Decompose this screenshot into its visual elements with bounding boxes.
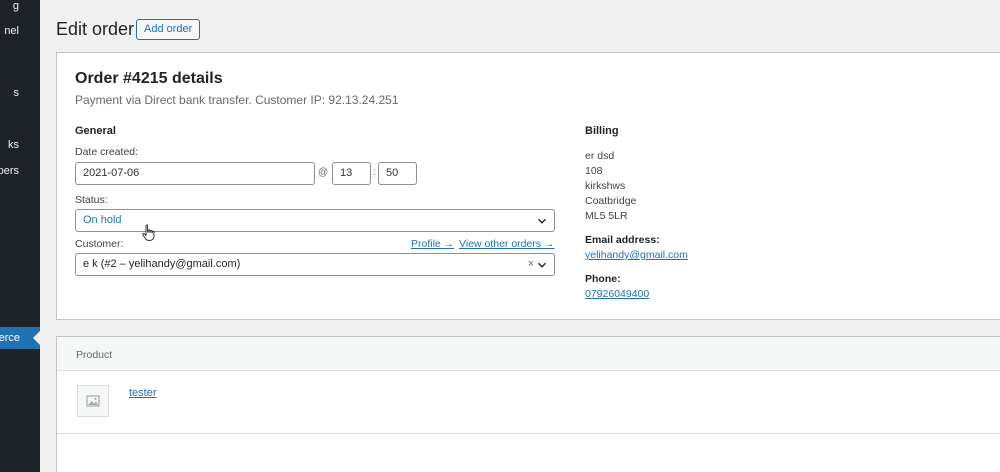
chevron-down-icon [538, 218, 546, 224]
items-divider [57, 433, 1000, 434]
sidebar-item-2[interactable]: nel [0, 21, 40, 41]
phone-label: Phone: [585, 273, 621, 285]
general-heading: General [75, 125, 116, 137]
status-selected-value: On hold [83, 214, 122, 226]
billing-phone-link[interactable]: 07926049400 [585, 288, 649, 300]
minute-input[interactable]: 50 [378, 162, 417, 185]
order-details-panel: Order #4215 details Payment via Direct b… [56, 52, 1000, 320]
active-menu-arrow [33, 330, 41, 346]
sidebar-item-1[interactable]: g [0, 0, 40, 16]
sidebar-item-label: nel [4, 25, 19, 37]
image-placeholder-icon [86, 395, 100, 407]
view-other-orders-link[interactable]: View other orders → [459, 238, 555, 250]
billing-address-line: kirkshws [585, 180, 626, 192]
sidebar-item-label: erce [0, 332, 20, 344]
billing-address-line: er dsd [585, 150, 615, 162]
status-label: Status: [75, 194, 108, 206]
product-name-link[interactable]: tester [129, 387, 157, 399]
customer-selected-value: e k (#2 – yelihandy@gmail.com) [83, 258, 241, 270]
date-created-input[interactable]: 2021-07-06 [75, 162, 315, 185]
date-created-label: Date created: [75, 146, 139, 158]
sidebar-item-5[interactable]: pers [0, 161, 40, 181]
at-separator: @ [318, 167, 329, 178]
hour-input[interactable]: 13 [332, 162, 371, 185]
hand-cursor-icon [142, 224, 155, 241]
sidebar-item-4[interactable]: ks [0, 135, 40, 155]
order-payment-meta: Payment via Direct bank transfer. Custom… [75, 93, 399, 107]
order-items-panel: Product tester [56, 336, 1000, 472]
billing-heading: Billing [585, 125, 619, 137]
admin-sidebar: g nel s ks pers erce [0, 0, 40, 472]
customer-label: Customer: [75, 238, 124, 250]
sidebar-item-3[interactable]: s [0, 83, 40, 103]
billing-address-line: Coatbridge [585, 195, 637, 207]
time-colon: : [373, 167, 376, 178]
billing-email-link[interactable]: yelihandy@gmail.com [585, 249, 688, 261]
sidebar-item-label: ks [8, 139, 19, 151]
product-thumbnail [77, 385, 109, 417]
product-column-header: Product [76, 349, 113, 361]
billing-address-line: ML5 5LR [585, 210, 628, 222]
clear-customer-icon[interactable]: × [528, 254, 534, 275]
items-table-header: Product [57, 337, 1000, 371]
sidebar-item-label: g [12, 0, 19, 12]
sidebar-item-label: s [13, 87, 20, 99]
sidebar-item-label: pers [0, 165, 19, 177]
page-title: Edit order [56, 19, 135, 39]
order-heading: Order #4215 details [75, 70, 223, 87]
billing-address-line: 108 [585, 165, 603, 177]
add-order-button[interactable]: Add order [136, 19, 201, 40]
customer-profile-link[interactable]: Profile → [411, 238, 454, 250]
email-label: Email address: [585, 234, 660, 246]
chevron-down-icon [538, 262, 546, 268]
customer-select[interactable]: e k (#2 – yelihandy@gmail.com) × [75, 253, 555, 276]
